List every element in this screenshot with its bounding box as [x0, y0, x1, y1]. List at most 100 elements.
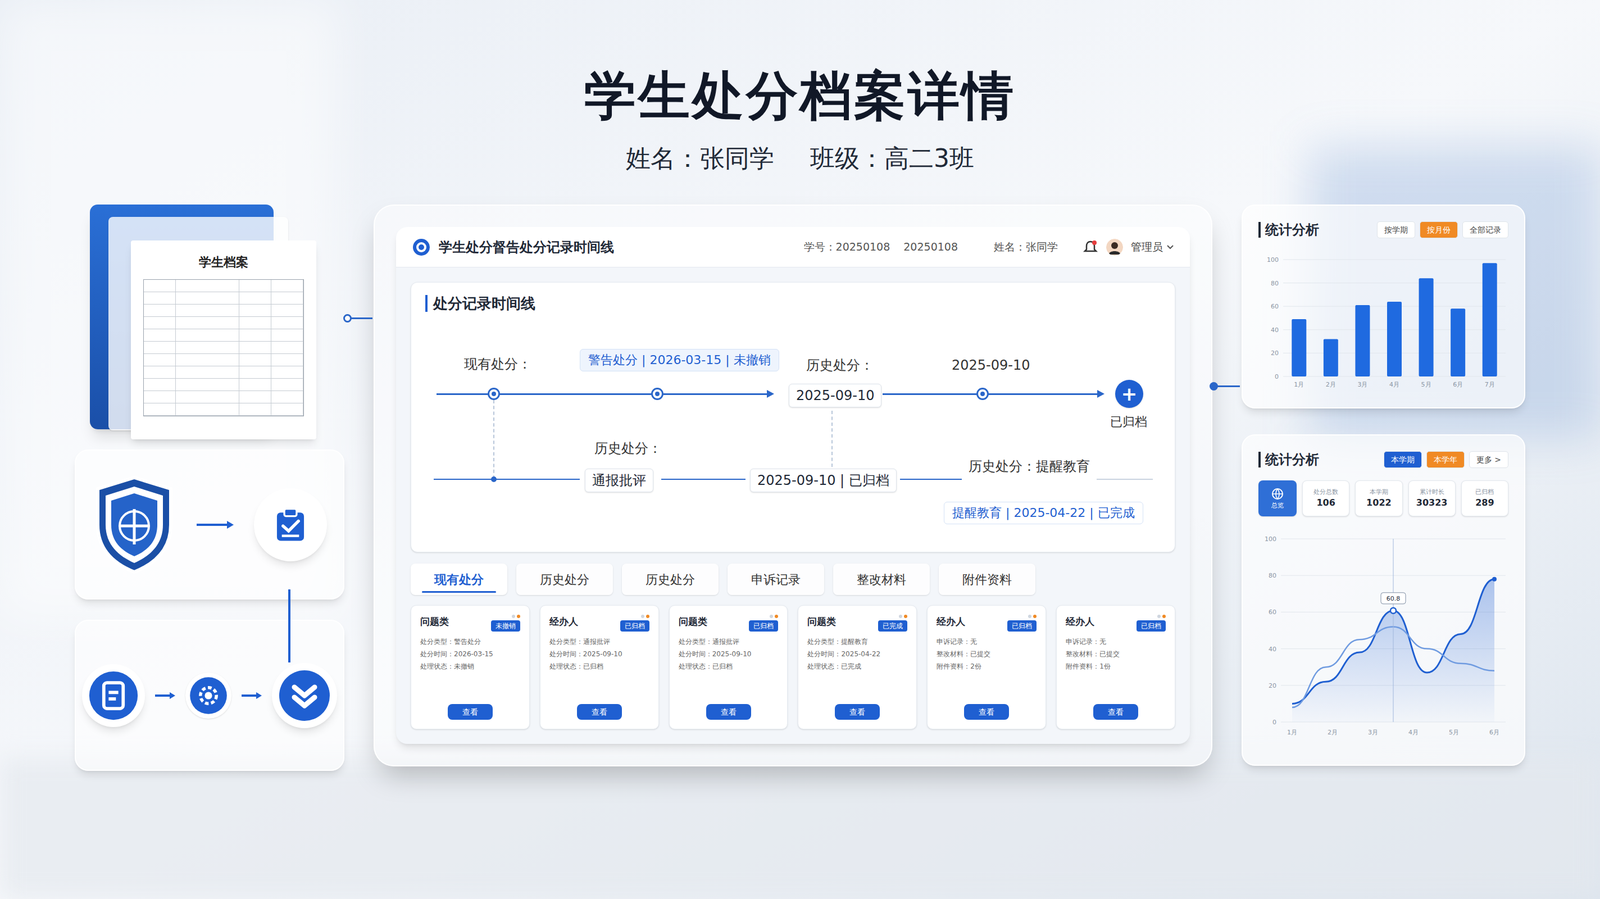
archive-illustration: 学生档案 — [74, 204, 345, 440]
record-card-title: 经办人 — [936, 614, 966, 630]
metric-box: 累计时长30323 — [1408, 480, 1456, 517]
axis-tick: 40 — [1268, 645, 1277, 653]
tab-label[interactable]: 历史处分 — [539, 570, 590, 589]
tab[interactable]: 整改材料 — [833, 563, 930, 595]
axis-label: 3月 — [1357, 380, 1368, 389]
tooltip-guide — [1393, 538, 1394, 722]
arrow-icon — [240, 691, 263, 700]
stats-filters: 本学期 本学年 更多 > — [1383, 451, 1509, 468]
timeline-archived-box: 2025-09-10 | 已归档 — [750, 468, 897, 493]
archive-table-row — [143, 304, 304, 317]
app-window: 学生处分督告处分记录时间线学号：2025010820250108姓名：张同学管理… — [396, 226, 1190, 744]
axis-label: 3月 — [1367, 728, 1379, 736]
view-button[interactable]: 查看 — [1093, 703, 1139, 720]
record-card-line: 处分类型：通报批评 — [678, 637, 779, 647]
double-chevron-icon — [271, 662, 338, 729]
record-card-badge: 未撤销 — [491, 620, 521, 632]
axis-label: 2月 — [1325, 380, 1336, 389]
stats-filter-button[interactable]: 按月份 — [1419, 221, 1458, 239]
tab[interactable]: 历史处分 — [621, 563, 719, 595]
record-card-lines: 处分类型：通报批评处分时间：2025-09-10处理状态：已归档 — [678, 637, 779, 671]
archive-table-cell — [143, 329, 176, 342]
tab-label[interactable]: 历史处分 — [645, 570, 695, 589]
archive-table-row — [143, 403, 304, 416]
tab[interactable]: 历史处分 — [516, 563, 613, 595]
stats-filter-label[interactable]: 更多 > — [1476, 455, 1502, 465]
stats-filter-button[interactable]: 更多 > — [1469, 451, 1509, 468]
metric-value: 289 — [1475, 497, 1494, 509]
student-info: 姓名：张同学班级：高二3班 — [625, 145, 975, 172]
view-button[interactable]: 查看 — [964, 703, 1009, 720]
record-card-line: 处理状态：已完成 — [807, 661, 908, 671]
view-button[interactable]: 查看 — [447, 703, 493, 720]
spacer — [549, 670, 650, 704]
axis-tick: 0 — [1274, 373, 1279, 381]
archive-table-cell — [271, 403, 304, 416]
archive-paper: 学生档案 — [130, 240, 317, 440]
record-cards: 问题类 未撤销处分类型：警告处分处分时间：2026-03-15处理状态：未撤销查看… — [410, 605, 1176, 730]
stats-filter-label[interactable]: 按学期 — [1384, 225, 1408, 235]
stats-filter-button[interactable]: 全部记录 — [1462, 221, 1509, 239]
tab-label[interactable]: 附件资料 — [962, 570, 1012, 589]
record-card-dots — [511, 614, 521, 618]
view-button[interactable]: 查看 — [576, 703, 622, 720]
record-card-status: 已归档 — [1007, 614, 1037, 632]
tab-label[interactable]: 整改材料 — [856, 570, 907, 589]
stats-filter-button[interactable]: 本学期 — [1383, 451, 1422, 468]
stats-filter-label[interactable]: 按月份 — [1426, 225, 1451, 235]
student-id-2: 20250108 — [903, 238, 958, 256]
archive-table-cell — [271, 304, 304, 317]
record-card-head: 问题类 已完成 — [807, 614, 908, 632]
axis-tick: 20 — [1270, 349, 1279, 357]
timeline-node — [976, 387, 989, 400]
stats-filter-button[interactable]: 按学期 — [1376, 221, 1416, 239]
metric-box: 已归档289 — [1461, 480, 1509, 517]
record-card-status: 已完成 — [878, 614, 908, 632]
user-menu[interactable]: 管理员 — [1130, 238, 1175, 256]
tab-underline — [421, 591, 497, 593]
view-button[interactable]: 查看 — [706, 703, 752, 720]
archive-table-cell — [239, 353, 272, 366]
line-chart-wrap: 1008060402001月2月3月4月5月6月60.8 — [1258, 525, 1509, 745]
archive-add-button[interactable]: + — [1115, 379, 1144, 408]
tab[interactable]: 附件资料 — [938, 563, 1036, 595]
metric-overview[interactable]: 总览 — [1258, 480, 1297, 517]
tab[interactable]: 现有处分 — [410, 563, 508, 595]
view-button[interactable]: 查看 — [834, 703, 880, 720]
record-card-actions: 查看 — [936, 703, 1037, 720]
page: 学生处分档案详情姓名：张同学班级：高二3班学生档案学生处分督告处分记录时间线学号… — [0, 0, 1600, 771]
record-card-head: 问题类已归档 — [678, 614, 779, 632]
user-name[interactable]: 管理员 — [1130, 238, 1163, 256]
tab-label[interactable]: 现有处分 — [434, 570, 484, 589]
timeline-label: 历史处分： — [806, 356, 874, 374]
record-card-head: 经办人已归档 — [549, 614, 650, 632]
archive-table-row — [143, 366, 304, 379]
timeline-node-core — [655, 391, 660, 397]
archive-table-cell — [143, 304, 176, 317]
record-card-head: 经办人 已归档 — [936, 614, 1037, 632]
status-dot — [769, 614, 774, 618]
stats-filter-label[interactable]: 本学年 — [1433, 455, 1458, 465]
stats-filter-label[interactable]: 本学期 — [1391, 455, 1415, 465]
timeline-reminder-box: 提醒教育 | 2025-04-22 | 已完成 — [943, 501, 1144, 525]
record-card-actions: 查看 — [549, 703, 650, 720]
archive-table-row — [143, 279, 304, 293]
record-card-lines: 处分类型：警告处分处分时间：2026-03-15处理状态：未撤销 — [420, 637, 521, 671]
stats-filter-label[interactable]: 全部记录 — [1469, 225, 1502, 235]
archive-table-cell — [175, 279, 240, 292]
archive-table-cell — [175, 316, 240, 329]
record-card-line: 处分时间：2026-03-15 — [420, 649, 521, 659]
record-card-title: 问题类 — [807, 614, 836, 630]
stats-filter-button[interactable]: 本学年 — [1426, 451, 1465, 468]
timeline-notice-box: 通报批评 — [584, 468, 654, 493]
tooltip-point — [1390, 607, 1397, 614]
tab-label[interactable]: 申诉记录 — [751, 570, 801, 589]
connector-dot — [1209, 382, 1218, 391]
chevron-down-icon — [1166, 243, 1175, 252]
archive-table-cell — [239, 378, 272, 391]
archive-table-cell — [175, 378, 240, 391]
spacer — [936, 670, 1037, 704]
archive-table-row — [143, 353, 304, 367]
axis-tick: 0 — [1272, 718, 1277, 726]
tab[interactable]: 申诉记录 — [727, 563, 825, 595]
